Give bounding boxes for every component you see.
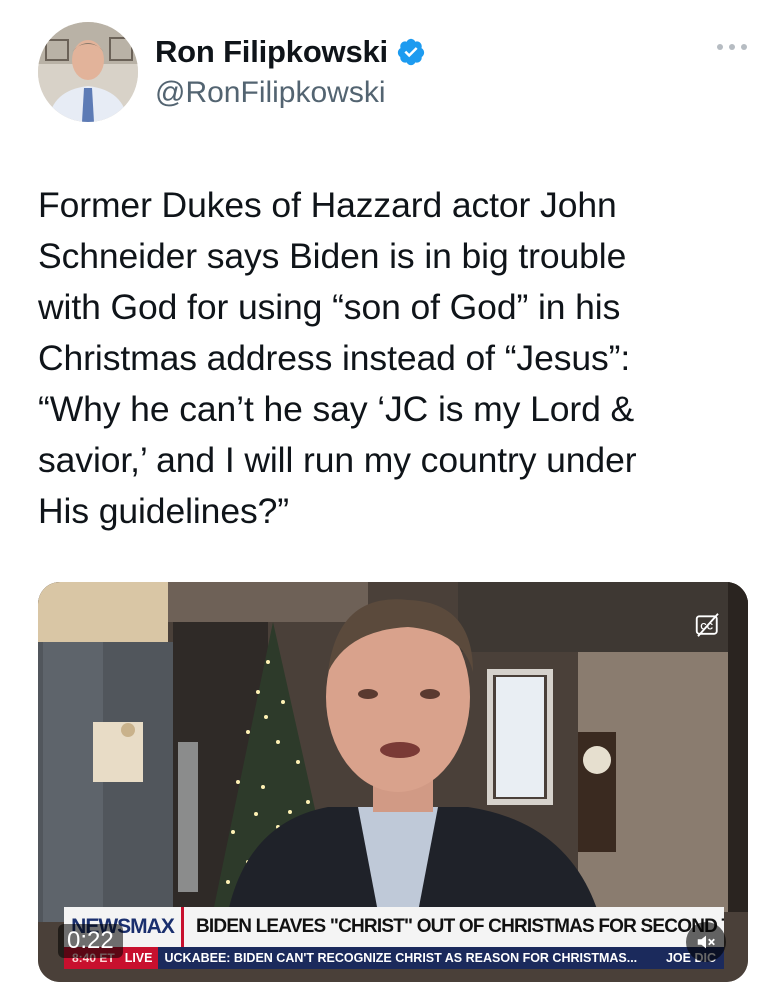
closed-captions-icon[interactable]: CC [693,610,723,640]
news-ticker: 8:40 ET LIVE UCKABEE: BIDEN CAN'T RECOGN… [64,947,724,969]
user-handle[interactable]: @RonFilipkowski [155,76,426,110]
avatar-photo [38,22,138,122]
ticker-live-label: LIVE [122,947,159,969]
author-info: Ron Filipkowski @RonFilipkowski [155,30,426,110]
tweet-card: Ron Filipkowski @RonFilipkowski Former D… [0,0,775,1000]
ticker-text: UCKABEE: BIDEN CAN'T RECOGNIZE CHRIST AS… [164,951,638,965]
video-timestamp: 0:22 [58,924,123,958]
video-player[interactable]: CC NEWSMAX BIDEN LEAVES "CHRIST" OUT OF … [38,582,748,982]
display-name[interactable]: Ron Filipkowski [155,34,388,70]
chyron-headline: BIDEN LEAVES "CHRIST" OUT OF CHRISTMAS F… [196,916,724,937]
verified-badge-icon [397,38,425,66]
avatar[interactable] [38,22,138,122]
more-options-icon[interactable] [717,40,747,54]
news-chyron: NEWSMAX BIDEN LEAVES "CHRIST" OUT OF CHR… [64,907,724,947]
speaker-muted-icon[interactable] [686,922,726,962]
tweet-text: Former Dukes of Hazzard actor John Schne… [38,185,637,531]
